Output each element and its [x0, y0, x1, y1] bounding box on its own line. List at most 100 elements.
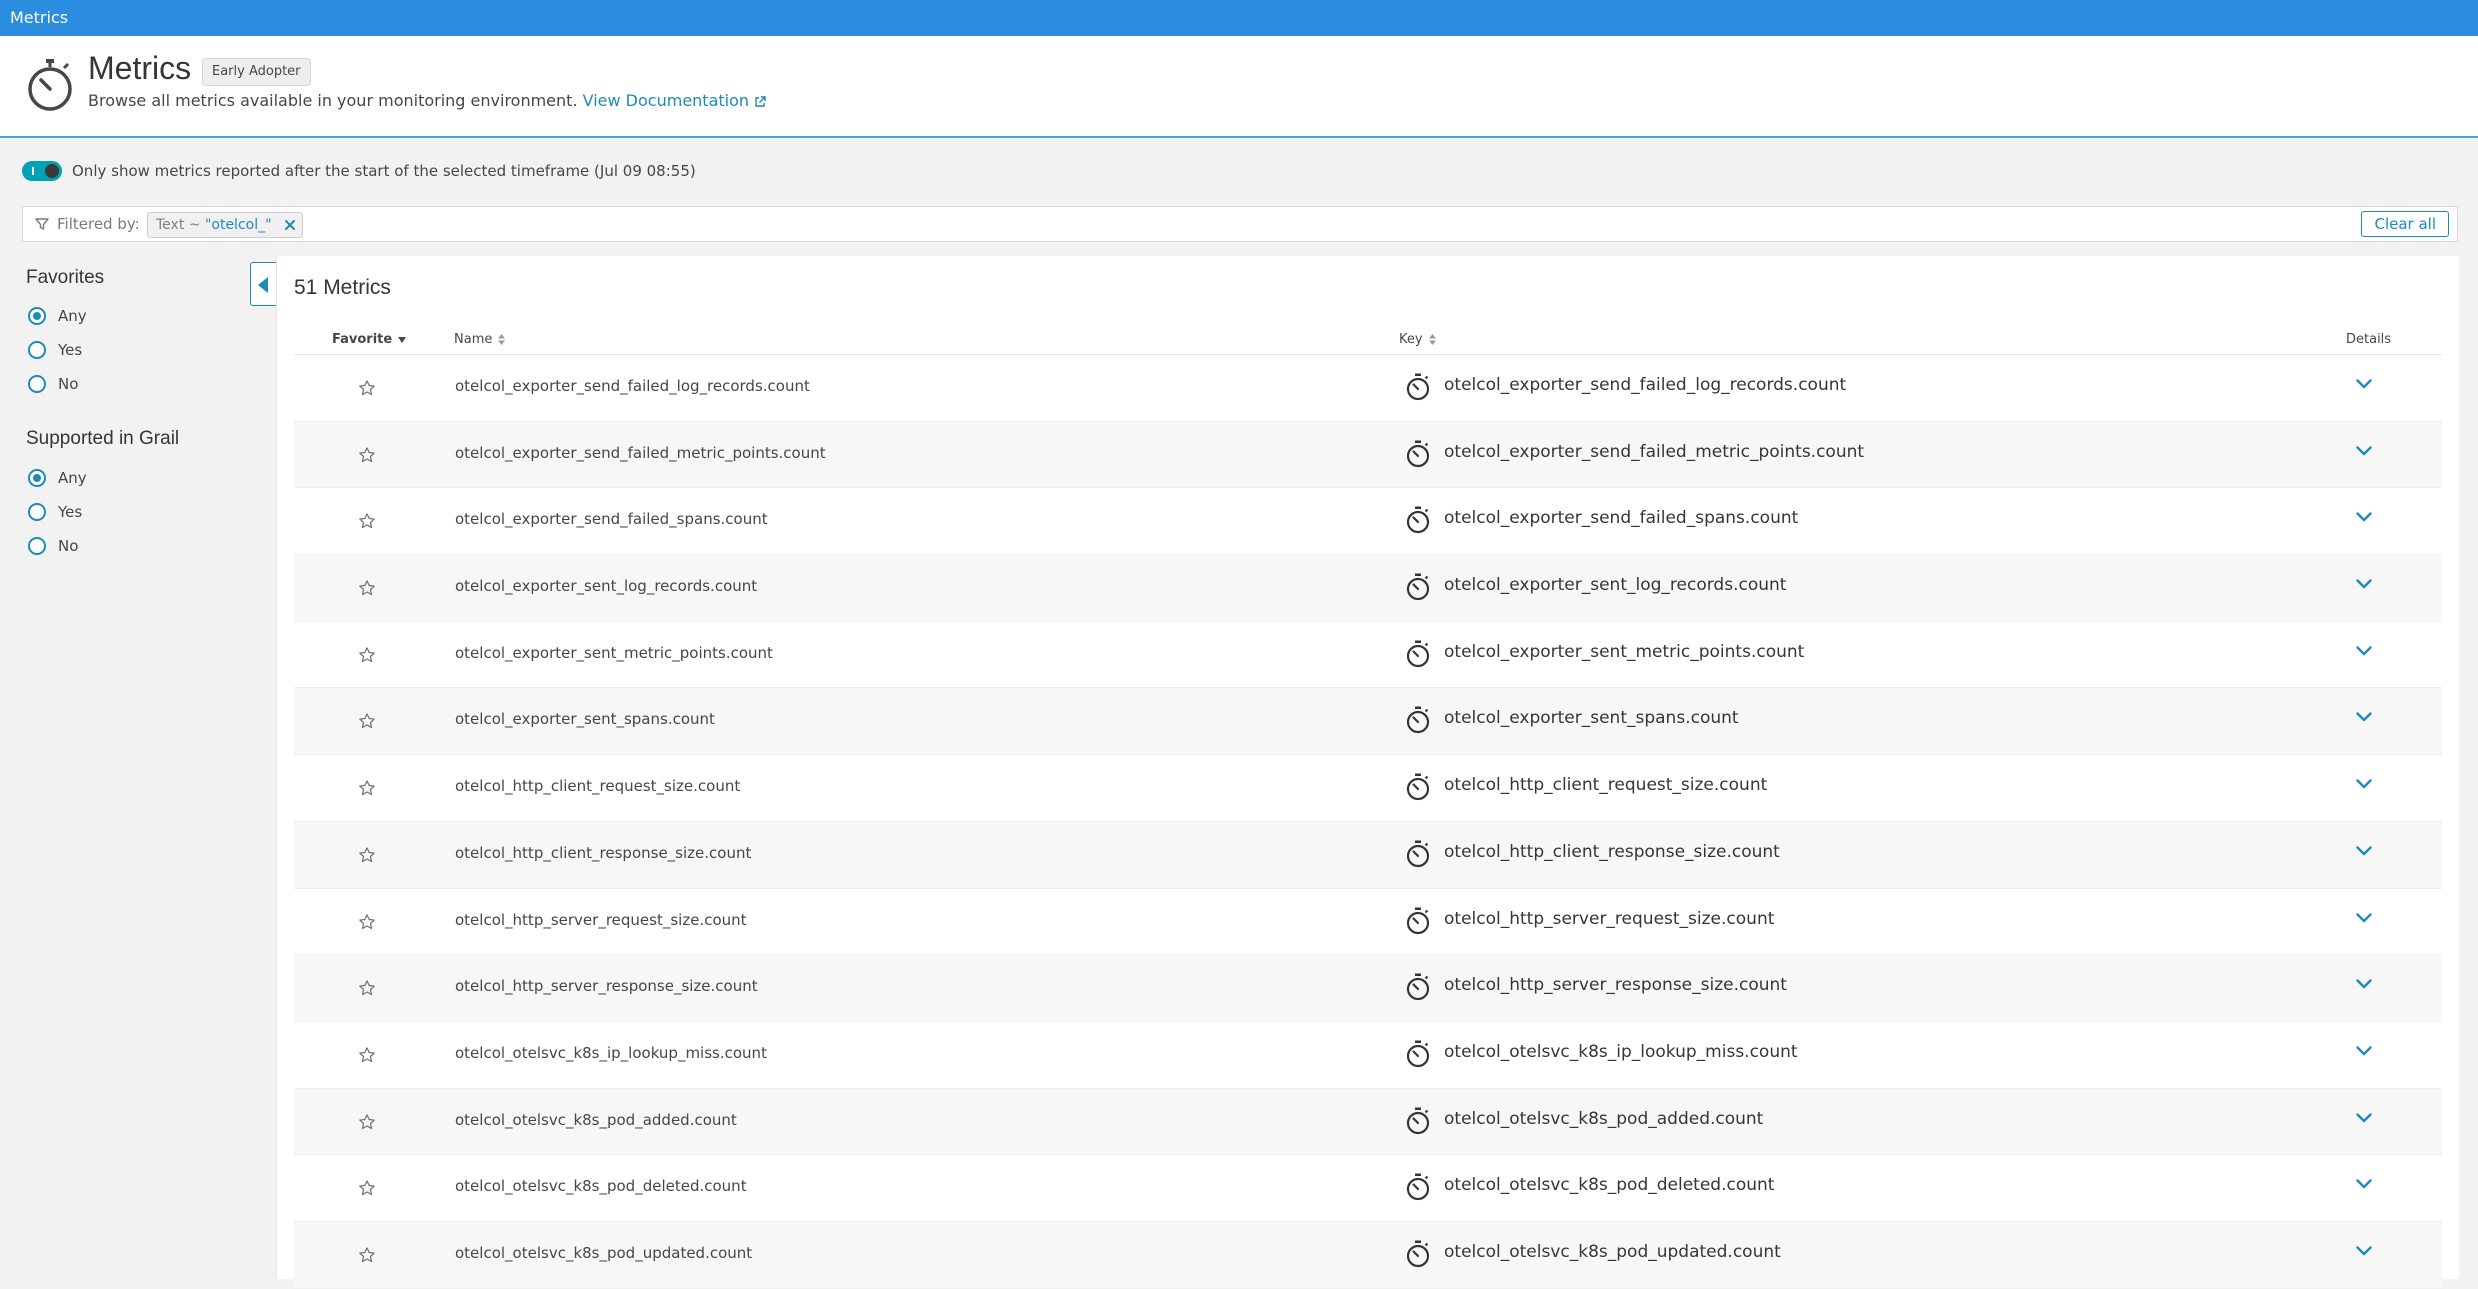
- stopwatch-icon: [1406, 840, 1430, 867]
- radio-button[interactable]: [28, 537, 46, 555]
- timeframe-toggle[interactable]: [22, 161, 62, 181]
- radio-label: Any: [58, 307, 87, 325]
- chevron-down-icon[interactable]: [2356, 712, 2372, 722]
- star-icon[interactable]: [358, 1246, 376, 1264]
- chevron-down-icon[interactable]: [2356, 512, 2372, 522]
- star-icon[interactable]: [358, 979, 376, 997]
- favorites-option-no[interactable]: No: [28, 372, 78, 396]
- radio-button[interactable]: [28, 469, 46, 487]
- metric-key: otelcol_exporter_sent_log_records.count: [1444, 575, 1787, 596]
- metric-name: otelcol_http_client_response_size.count: [455, 843, 752, 862]
- star-icon[interactable]: [358, 1179, 376, 1197]
- star-icon[interactable]: [358, 712, 376, 730]
- metric-name: otelcol_exporter_sent_log_records.count: [455, 577, 758, 596]
- star-icon[interactable]: [358, 512, 376, 530]
- chevron-down-icon[interactable]: [2356, 1246, 2372, 1256]
- star-icon[interactable]: [358, 446, 376, 464]
- clear-all-button[interactable]: Clear all: [2361, 211, 2449, 237]
- sort-desc-icon: [398, 336, 407, 343]
- stopwatch-icon: [1406, 373, 1430, 401]
- early-adopter-badge: Early Adopter: [202, 58, 311, 86]
- metric-name: otelcol_otelsvc_k8s_pod_deleted.count: [455, 1177, 747, 1196]
- metric-key: otelcol_http_client_response_size.count: [1444, 841, 1780, 862]
- view-documentation-link[interactable]: View Documentation: [583, 91, 766, 110]
- filter-chip[interactable]: Text ~ "otelcol_": [147, 212, 303, 238]
- table-row: otelcol_exporter_sent_log_records.count …: [294, 555, 2442, 622]
- star-icon[interactable]: [358, 379, 376, 397]
- chevron-down-icon[interactable]: [2356, 912, 2372, 923]
- radio-button[interactable]: [28, 375, 46, 393]
- chevron-down-icon[interactable]: [2356, 1046, 2372, 1056]
- metric-name: otelcol_otelsvc_k8s_ip_lookup_miss.count: [455, 1043, 767, 1062]
- chevron-down-icon[interactable]: [2356, 646, 2372, 656]
- star-icon[interactable]: [358, 579, 376, 597]
- toggle-knob: [45, 164, 59, 178]
- star-icon[interactable]: [358, 846, 376, 864]
- stopwatch-icon: [1406, 640, 1430, 667]
- stopwatch-icon: [1406, 706, 1430, 734]
- column-header-key[interactable]: Key: [1399, 332, 1436, 347]
- page-header: Metrics Early Adopter Browse all metrics…: [0, 36, 2478, 138]
- metric-key: otelcol_http_client_request_size.count: [1444, 775, 1768, 796]
- filter-chip-prefix: Text ~: [156, 217, 205, 233]
- metric-name: otelcol_otelsvc_k8s_pod_updated.count: [455, 1243, 753, 1262]
- metric-key: otelcol_http_server_response_size.count: [1444, 975, 1787, 996]
- metric-key: otelcol_otelsvc_k8s_pod_updated.count: [1444, 1241, 1781, 1262]
- favorites-option-any[interactable]: Any: [28, 304, 87, 328]
- chevron-down-icon[interactable]: [2356, 846, 2372, 856]
- radio-button[interactable]: [28, 341, 46, 359]
- column-header-name[interactable]: Name: [454, 332, 506, 347]
- metrics-count: 51 Metrics: [294, 276, 391, 299]
- star-icon[interactable]: [358, 1046, 376, 1064]
- column-header-favorite[interactable]: Favorite: [332, 332, 407, 347]
- star-icon[interactable]: [358, 646, 376, 664]
- chevron-down-icon[interactable]: [2356, 779, 2372, 789]
- filter-bar[interactable]: Filtered by: Text ~ "otelcol_" Clear all: [22, 206, 2458, 242]
- timeframe-toggle-label: Only show metrics reported after the sta…: [72, 162, 696, 180]
- star-icon[interactable]: [358, 779, 376, 797]
- table-row: otelcol_exporter_sent_metric_points.coun…: [294, 622, 2442, 689]
- stopwatch-icon: [1406, 440, 1430, 467]
- chevron-down-icon[interactable]: [2356, 1179, 2372, 1189]
- star-icon[interactable]: [358, 913, 376, 931]
- metric-name: otelcol_exporter_send_failed_metric_poin…: [455, 443, 826, 462]
- table-row: otelcol_exporter_send_failed_log_records…: [294, 355, 2442, 422]
- timeframe-toggle-row: Only show metrics reported after the sta…: [22, 160, 696, 182]
- chevron-down-icon[interactable]: [2356, 379, 2372, 389]
- radio-label: No: [58, 537, 79, 555]
- collapse-sidebar-button[interactable]: [250, 262, 276, 306]
- table-row: otelcol_http_server_request_size.count o…: [294, 889, 2442, 956]
- favorites-option-yes[interactable]: Yes: [28, 338, 82, 362]
- close-icon[interactable]: [284, 219, 296, 231]
- filter-label: Filtered by:: [57, 215, 140, 233]
- chevron-down-icon[interactable]: [2356, 1112, 2372, 1123]
- radio-button[interactable]: [28, 503, 46, 521]
- sort-icon: [498, 334, 506, 345]
- table-row: otelcol_exporter_sent_spans.count otelco…: [294, 688, 2442, 756]
- metric-name: otelcol_http_server_request_size.count: [455, 910, 747, 929]
- stopwatch-icon: [1406, 506, 1430, 534]
- filter-icon: [35, 218, 49, 230]
- chevron-down-icon[interactable]: [2356, 979, 2372, 989]
- grail-option-any[interactable]: Any: [28, 466, 87, 490]
- topbar-title: Metrics: [10, 8, 69, 27]
- table-row: otelcol_http_client_response_size.count …: [294, 821, 2442, 889]
- chevron-down-icon[interactable]: [2356, 579, 2372, 589]
- grail-option-no[interactable]: No: [28, 534, 78, 558]
- column-header-label: Favorite: [332, 332, 393, 347]
- stopwatch-icon: [1406, 1107, 1430, 1134]
- topbar: Metrics: [0, 0, 2478, 36]
- table-header: Favorite Name Key Details: [294, 324, 2442, 355]
- table-row: otelcol_http_client_request_size.count o…: [294, 755, 2442, 822]
- metric-key: otelcol_otelsvc_k8s_pod_deleted.count: [1444, 1175, 1775, 1196]
- radio-button[interactable]: [28, 307, 46, 325]
- metric-key: otelcol_exporter_send_failed_log_records…: [1444, 375, 1847, 395]
- description-text: Browse all metrics available in your mon…: [88, 91, 578, 110]
- metric-key: otelcol_exporter_send_failed_spans.count: [1444, 508, 1799, 529]
- star-icon[interactable]: [358, 1113, 376, 1131]
- table-body: otelcol_exporter_send_failed_log_records…: [294, 355, 2442, 1289]
- table-row: otelcol_otelsvc_k8s_pod_deleted.count ot…: [294, 1155, 2442, 1222]
- grail-option-yes[interactable]: Yes: [28, 500, 82, 524]
- chevron-down-icon[interactable]: [2356, 445, 2372, 456]
- page-description: Browse all metrics available in your mon…: [88, 91, 766, 110]
